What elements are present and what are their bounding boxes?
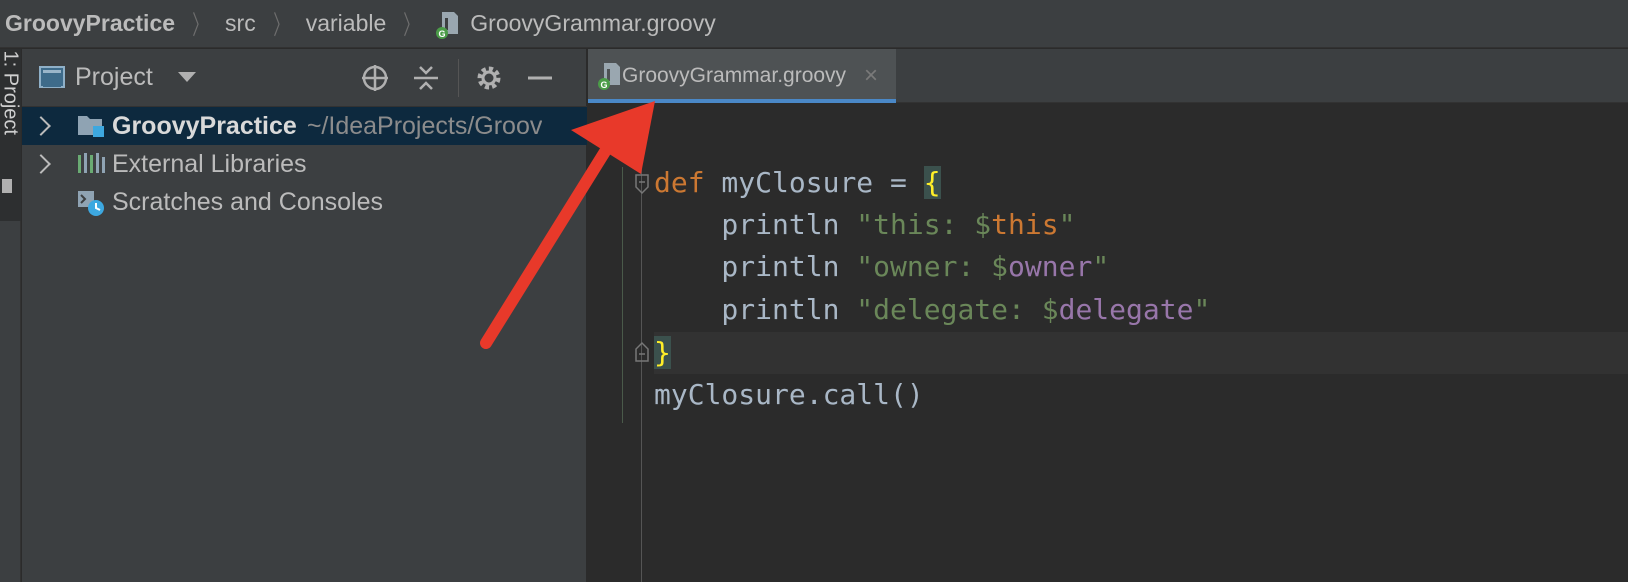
- chevron-right-icon[interactable]: [31, 116, 51, 136]
- project-panel-title[interactable]: Project: [75, 63, 153, 92]
- tree-row-scratches[interactable]: Scratches and Consoles: [22, 183, 587, 221]
- println-call: println: [654, 208, 857, 241]
- gear-icon[interactable]: [473, 62, 505, 94]
- string-close: ": [1058, 208, 1076, 241]
- groovy-file-icon: G: [436, 10, 460, 39]
- println-call: println: [654, 250, 857, 283]
- breadcrumb-separator: 〉: [192, 10, 208, 40]
- breadcrumb-item-variable[interactable]: variable: [306, 10, 387, 37]
- code-line-2[interactable]: println "this: $this": [654, 204, 1075, 246]
- navigation-breadcrumb: GroovyPractice 〉 src 〉 variable 〉 G Groo…: [0, 0, 1628, 48]
- tree-label-scratches: Scratches and Consoles: [112, 187, 383, 216]
- tree-label-external-libraries: External Libraries: [112, 149, 307, 178]
- breadcrumb-item-file[interactable]: GroovyGrammar.groovy: [470, 10, 715, 37]
- project-panel: Project GroovyPractice ~/IdeaProjects/Gr…: [22, 49, 587, 582]
- code-line-1[interactable]: def myClosure = {: [654, 162, 941, 204]
- tree-row-project-root[interactable]: GroovyPractice ~/IdeaProjects/Groov: [22, 107, 587, 145]
- toolbar-divider: [458, 59, 459, 97]
- project-tool-window-tab[interactable]: 1: Project: [0, 49, 22, 221]
- fold-icon[interactable]: [634, 341, 650, 363]
- fold-icon[interactable]: [634, 173, 650, 195]
- interpolated-this: this: [991, 208, 1059, 241]
- string-literal: "this: $: [856, 208, 992, 241]
- tree-row-external-libraries[interactable]: External Libraries: [22, 145, 587, 183]
- breadcrumb-separator: 〉: [403, 10, 420, 40]
- close-icon[interactable]: ×: [864, 62, 878, 90]
- current-line-highlight: [654, 332, 1628, 374]
- closure-call: myClosure.call(): [654, 378, 924, 411]
- closure-declaration: myClosure =: [704, 166, 924, 199]
- tree-path-project-root: ~/IdeaProjects/Groov: [306, 111, 543, 140]
- locate-icon[interactable]: [359, 62, 391, 94]
- groovy-file-icon: G: [598, 61, 622, 91]
- code-line-3[interactable]: println "owner: $owner": [654, 246, 1109, 288]
- string-literal: "delegate: $: [856, 293, 1059, 326]
- minimize-icon[interactable]: [524, 62, 556, 94]
- code-editor[interactable]: G GroovyGrammar.groovy × def myClosure =…: [588, 49, 1628, 582]
- interpolated-owner: owner: [1008, 250, 1093, 283]
- folder-icon: [2, 179, 12, 193]
- project-view-icon: [39, 66, 65, 88]
- interpolated-delegate: delegate: [1058, 293, 1194, 326]
- breadcrumb-separator: 〉: [272, 10, 289, 40]
- keyword-def: def: [654, 166, 705, 199]
- scratches-icon: [76, 189, 106, 216]
- collapse-all-icon[interactable]: [410, 62, 442, 94]
- println-call: println: [654, 293, 857, 326]
- code-line-6[interactable]: myClosure.call(): [654, 374, 924, 416]
- string-close: ": [1193, 293, 1211, 326]
- code-line-4[interactable]: println "delegate: $delegate": [654, 289, 1210, 331]
- svg-text:G: G: [439, 29, 446, 39]
- breadcrumb-item-src[interactable]: src: [225, 10, 256, 37]
- chevron-right-icon[interactable]: [31, 154, 51, 174]
- string-close: ": [1092, 250, 1110, 283]
- tree-label-project-root: GroovyPractice: [112, 111, 297, 140]
- indent-guide: [622, 167, 623, 423]
- project-panel-header: Project: [22, 49, 587, 107]
- string-literal: "owner: $: [856, 250, 1009, 283]
- close-brace: }: [654, 336, 671, 369]
- libraries-icon: [76, 151, 106, 177]
- code-line-5[interactable]: }: [654, 332, 671, 374]
- svg-text:G: G: [600, 80, 607, 90]
- project-tool-tab-label: 1: Project: [0, 50, 22, 135]
- module-folder-icon: [76, 113, 106, 139]
- breadcrumb-item-project[interactable]: GroovyPractice: [5, 10, 175, 37]
- tab-groovygrammar[interactable]: G GroovyGrammar.groovy ×: [588, 49, 896, 103]
- chevron-down-icon[interactable]: [178, 72, 196, 82]
- open-brace: {: [923, 166, 941, 199]
- tab-label: GroovyGrammar.groovy: [622, 64, 847, 87]
- editor-tab-bar: G GroovyGrammar.groovy ×: [588, 49, 1628, 103]
